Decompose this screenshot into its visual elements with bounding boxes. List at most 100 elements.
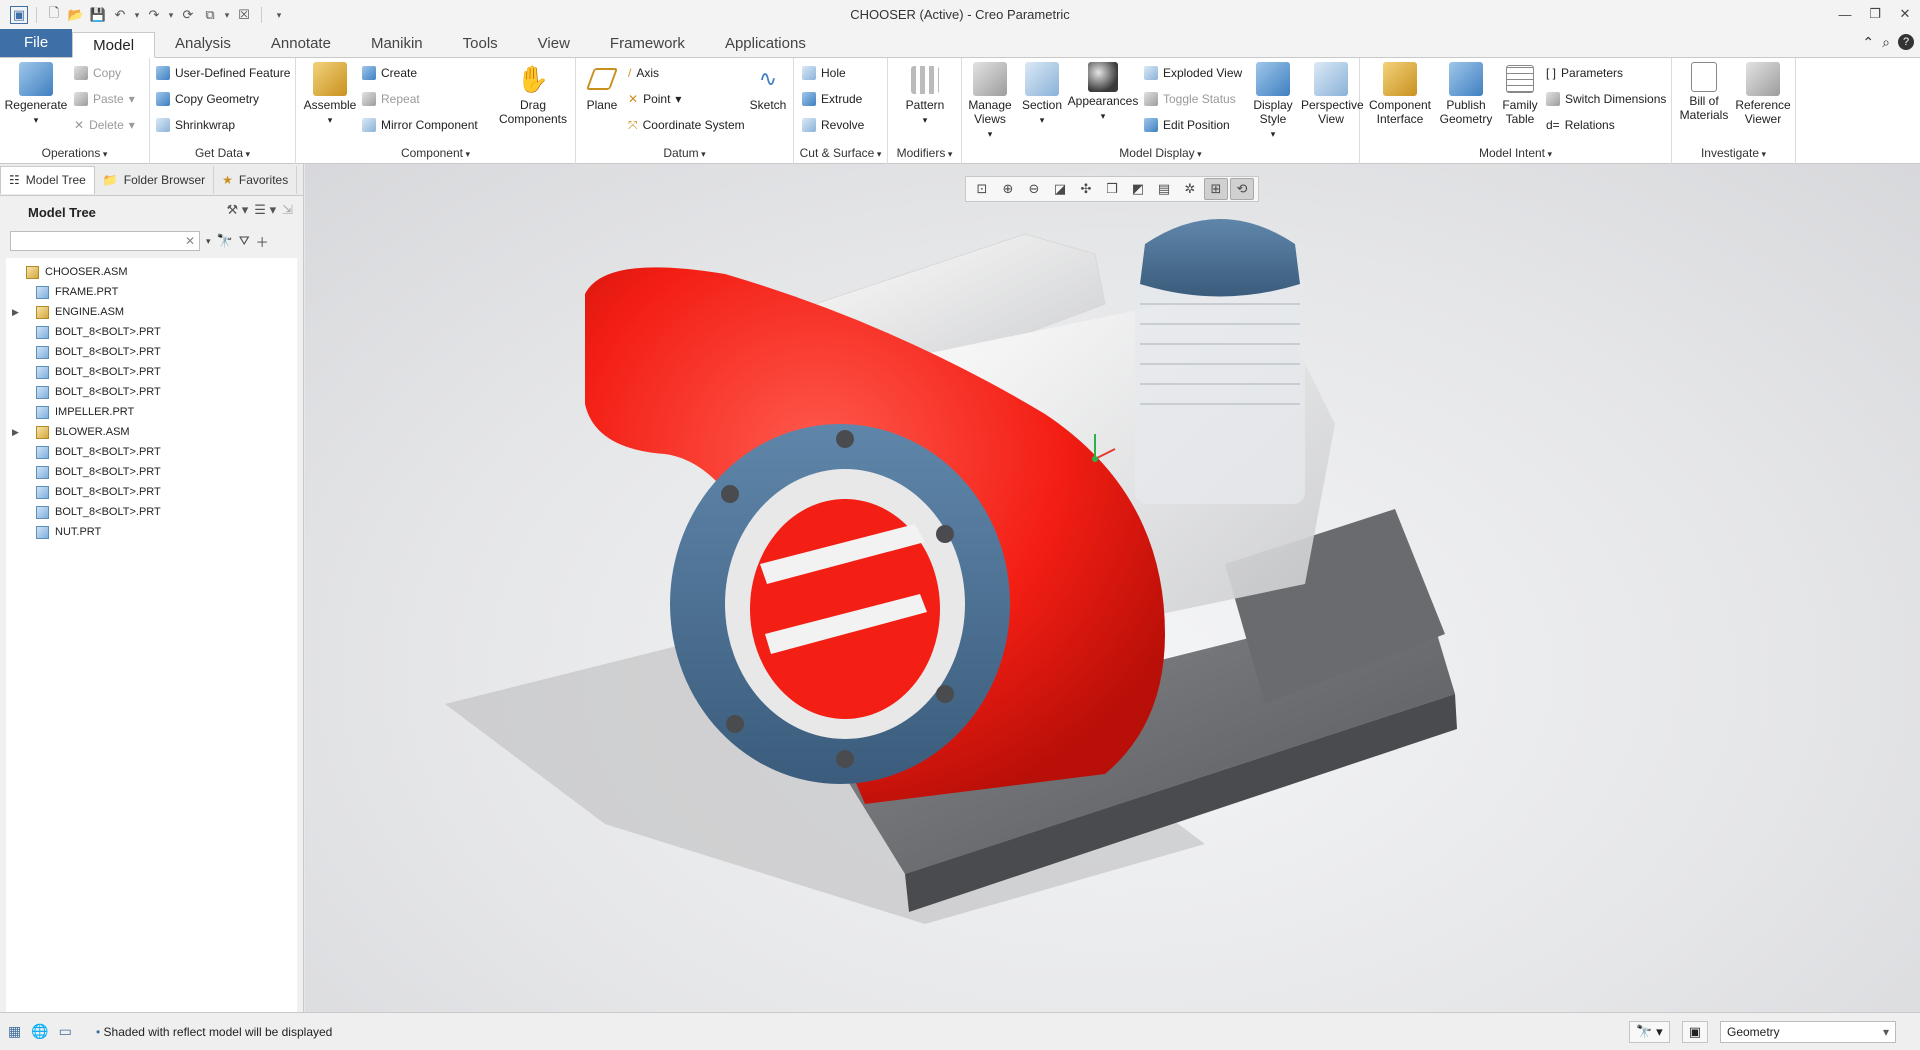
tree-item[interactable]: BOLT_8<BOLT>.PRT (12, 482, 161, 502)
display-style-button[interactable]: Display Style▾ (1248, 62, 1298, 141)
open-icon[interactable]: 📂 (67, 6, 85, 24)
search-icon[interactable]: ⌕ (1882, 34, 1890, 51)
tab-view[interactable]: View (518, 31, 590, 57)
windows-icon[interactable]: ⧉ (201, 6, 219, 24)
selection-buffer-button[interactable]: ▣ (1681, 1021, 1708, 1043)
new-icon[interactable]: 🗋 (45, 5, 63, 24)
paste-button[interactable]: Paste ▾ (74, 90, 135, 108)
save-icon[interactable]: 💾 (89, 6, 107, 24)
tree-collapse-icon[interactable]: ⇲ (282, 202, 293, 218)
mirror-component-button[interactable]: Mirror Component (362, 116, 478, 134)
point-button[interactable]: ✕ Point ▾ (628, 90, 681, 108)
tree-settings-icon[interactable]: ⚒ ▾ (227, 202, 249, 218)
group-label-operations[interactable]: Operations (0, 144, 149, 162)
filter-icon[interactable]: ⛛ (239, 233, 250, 249)
group-label-investigate[interactable]: Investigate (1672, 144, 1795, 162)
tree-item[interactable]: BOLT_8<BOLT>.PRT (12, 342, 161, 362)
tree-search-input[interactable] (11, 232, 181, 250)
close-window-icon[interactable]: ☒ (235, 6, 253, 24)
repeat-button[interactable]: Repeat (362, 90, 420, 108)
copy-geometry-button[interactable]: Copy Geometry (156, 90, 259, 108)
graphics-window[interactable]: ⊡ ⊕ ⊖ ◪ ✣ ❒ ◩ ▤ ✲ ⊞ ⟲ (305, 164, 1920, 1012)
tree-item[interactable]: BOLT_8<BOLT>.PRT (12, 322, 161, 342)
assemble-button[interactable]: Assemble ▾ (300, 62, 360, 127)
toggle-status-button[interactable]: Toggle Status (1144, 90, 1236, 108)
group-label-component[interactable]: Component (296, 144, 575, 162)
group-label-datum[interactable]: Datum (576, 144, 793, 162)
regenerate-icon[interactable]: ⟳ (179, 6, 197, 24)
shrinkwrap-button[interactable]: Shrinkwrap (156, 116, 235, 134)
clear-search-icon[interactable]: ✕ (185, 234, 195, 248)
extrude-button[interactable]: Extrude (802, 90, 862, 108)
axis-button[interactable]: / Axis (628, 64, 659, 82)
minimize-icon[interactable]: — (1830, 0, 1860, 28)
family-table-button[interactable]: Family Table (1496, 62, 1544, 126)
group-label-model-display[interactable]: Model Display (962, 144, 1359, 162)
add-column-icon[interactable]: ＋ (256, 232, 269, 251)
tab-model-tree[interactable]: ☷ Model Tree (0, 165, 95, 194)
find-button[interactable]: 🔭 ▾ (1629, 1021, 1670, 1043)
tree-item[interactable]: ▶ BLOWER.ASM (12, 422, 130, 442)
tab-folder-browser[interactable]: 📁 Folder Browser (95, 165, 215, 194)
appearances-button[interactable]: Appearances ▾ (1066, 62, 1140, 123)
tree-item[interactable]: FRAME.PRT (12, 282, 118, 302)
customize-icon[interactable]: ▾ (270, 6, 288, 24)
tab-applications[interactable]: Applications (705, 31, 826, 57)
group-label-cut-surface[interactable]: Cut & Surface (794, 144, 887, 162)
publish-geometry-button[interactable]: Publish Geometry (1436, 62, 1496, 126)
windows-dropdown-icon[interactable]: ▾ (223, 6, 231, 24)
pattern-button[interactable]: Pattern ▾ (894, 62, 956, 127)
parameters-button[interactable]: [ ] Parameters (1546, 64, 1623, 82)
tree-item[interactable]: CHOOSER.ASM (10, 262, 128, 282)
tab-model[interactable]: Model (72, 32, 156, 58)
edit-position-button[interactable]: Edit Position (1144, 116, 1230, 134)
tree-item[interactable]: BOLT_8<BOLT>.PRT (12, 502, 161, 522)
tree-item[interactable]: BOLT_8<BOLT>.PRT (12, 382, 161, 402)
revolve-button[interactable]: Revolve (802, 116, 864, 134)
csys-button[interactable]: ⤧ Coordinate System (628, 116, 745, 134)
section-button[interactable]: Section ▾ (1018, 62, 1066, 127)
redo-icon[interactable]: ↷ (145, 6, 163, 24)
tree-item[interactable]: BOLT_8<BOLT>.PRT (12, 362, 161, 382)
manage-views-button[interactable]: Manage Views▾ (964, 62, 1016, 141)
drag-components-button[interactable]: ✋ Drag Components (494, 62, 572, 126)
redo-dropdown-icon[interactable]: ▾ (167, 6, 175, 24)
delete-button[interactable]: ✕ Delete ▾ (74, 116, 135, 134)
switch-dimensions-button[interactable]: Switch Dimensions (1546, 90, 1666, 108)
tab-annotate[interactable]: Annotate (251, 31, 351, 57)
app-menu-icon[interactable]: ▣ (10, 6, 28, 24)
tree-item[interactable]: BOLT_8<BOLT>.PRT (12, 442, 161, 462)
help-icon[interactable]: ? (1898, 34, 1914, 50)
close-icon[interactable]: ✕ (1890, 0, 1920, 28)
full-screen-icon[interactable]: ▭ (59, 1023, 72, 1040)
create-button[interactable]: Create (362, 64, 417, 82)
relations-button[interactable]: d= Relations (1546, 116, 1615, 134)
group-label-modifiers[interactable]: Modifiers (888, 144, 961, 162)
selection-filter[interactable]: Geometry (1720, 1021, 1896, 1043)
group-label-get-data[interactable]: Get Data (150, 144, 295, 162)
regenerate-button[interactable]: Regenerate ▾ (4, 62, 68, 127)
component-interface-button[interactable]: Component Interface (1366, 62, 1434, 126)
undo-dropdown-icon[interactable]: ▾ (133, 6, 141, 24)
copy-button[interactable]: Copy (74, 64, 121, 82)
reference-viewer-button[interactable]: Reference Viewer (1734, 62, 1792, 126)
tree-item[interactable]: ▶ ENGINE.ASM (12, 302, 124, 322)
find-icon[interactable]: 🔭 (217, 233, 233, 249)
perspective-view-button[interactable]: Perspective View (1300, 62, 1364, 126)
tab-manikin[interactable]: Manikin (351, 31, 443, 57)
sketch-button[interactable]: ∿ Sketch (746, 62, 790, 112)
browser-icon[interactable]: 🌐 (31, 1023, 48, 1040)
restore-icon[interactable]: ❐ (1860, 0, 1890, 28)
tab-analysis[interactable]: Analysis (155, 31, 251, 57)
tab-framework[interactable]: Framework (590, 31, 705, 57)
undo-icon[interactable]: ↶ (111, 6, 129, 24)
expand-arrow-icon[interactable]: ▶ (12, 427, 22, 438)
tab-tools[interactable]: Tools (443, 31, 518, 57)
tree-item[interactable]: NUT.PRT (12, 522, 101, 542)
search-dropdown-icon[interactable]: ▾ (206, 236, 211, 247)
plane-button[interactable]: Plane (580, 62, 624, 112)
tree-show-icon[interactable]: ☰ ▾ (254, 202, 276, 218)
group-label-model-intent[interactable]: Model Intent (1360, 144, 1671, 162)
exploded-view-button[interactable]: Exploded View (1144, 64, 1242, 82)
expand-arrow-icon[interactable]: ▶ (12, 307, 22, 318)
